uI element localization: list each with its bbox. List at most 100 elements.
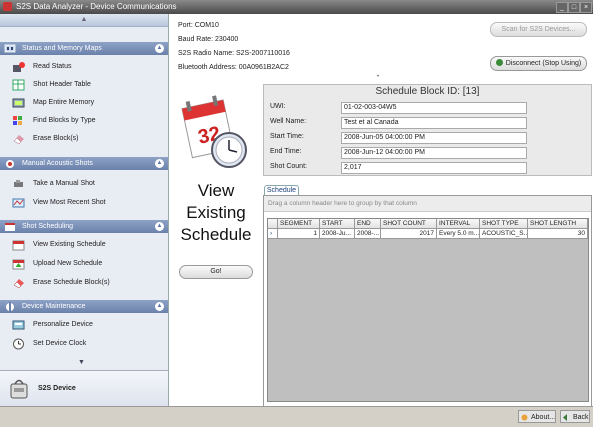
nav-erase-blocks[interactable]: Erase Block(s) xyxy=(0,130,168,148)
bluetooth-info: Bluetooth Address: 00A0961B2AC2 xyxy=(178,64,289,71)
shot-count-field[interactable]: 2,017 xyxy=(341,162,527,174)
shot-count-label: Shot Count: xyxy=(270,163,307,170)
nav-upload-schedule[interactable]: Upload New Schedule xyxy=(0,255,168,273)
uwi-field[interactable]: 01-02-003-04W5 xyxy=(341,102,527,114)
chevron-up-icon[interactable]: ▲ xyxy=(155,44,164,53)
section-manual-shots[interactable]: Manual Acoustic Shots ▲ xyxy=(0,157,168,170)
group-by-hint[interactable]: Drag a column header here to group by th… xyxy=(264,196,591,212)
section-label: Device Maintenance xyxy=(22,303,86,310)
section-status-memory[interactable]: Status and Memory Maps ▲ xyxy=(0,42,168,55)
s2s-device-icon xyxy=(10,379,28,399)
table-cell[interactable]: 2008-Ju... xyxy=(320,229,355,239)
row-indicator[interactable]: › xyxy=(268,229,278,239)
section-label: Manual Acoustic Shots xyxy=(22,160,93,167)
recent-shot-icon xyxy=(12,198,25,208)
table-cell[interactable]: 2017 xyxy=(381,229,437,239)
well-name-field[interactable]: Test et al Canada xyxy=(341,117,527,129)
nav-set-device-clock[interactable]: Set Device Clock xyxy=(0,335,168,353)
nav-label: Erase Schedule Block(s) xyxy=(33,279,110,286)
column-header[interactable]: INTERVAL xyxy=(437,219,480,229)
nav-label: Map Entire Memory xyxy=(33,99,95,106)
column-header[interactable]: SHOT LENGTH xyxy=(528,219,588,229)
personalize-icon xyxy=(12,320,25,330)
table-cell[interactable]: 30 xyxy=(528,229,588,239)
column-header[interactable]: SHOT TYPE xyxy=(480,219,528,229)
nav-map-entire-memory[interactable]: Map Entire Memory xyxy=(0,94,168,112)
maintenance-icon xyxy=(6,302,14,312)
nav-label: Shot Header Table xyxy=(33,81,91,88)
window-title: S2S Data Analyzer - Device Communication… xyxy=(16,2,177,11)
chevron-up-icon[interactable]: ▲ xyxy=(155,159,164,168)
erase-schedule-icon xyxy=(13,279,24,289)
row-header-corner xyxy=(268,219,278,229)
nav-label: Find Blocks by Type xyxy=(33,117,96,124)
nav-label: Upload New Schedule xyxy=(33,260,103,267)
uwi-label: UWI: xyxy=(270,103,286,110)
table-cell[interactable]: ACOUSTIC_S... xyxy=(480,229,528,239)
column-header[interactable]: START xyxy=(320,219,355,229)
back-arrow-icon xyxy=(563,414,567,421)
back-button[interactable]: Back xyxy=(560,410,590,423)
chevron-up-icon[interactable]: ▲ xyxy=(155,302,164,311)
sidebar: ▲ Status and Memory Maps ▲ Read Status S… xyxy=(0,14,169,407)
chevron-up-icon[interactable]: ▲ xyxy=(155,222,164,231)
main-panel: Port: COM10 Baud Rate: 230400 S2S Radio … xyxy=(169,14,593,407)
nav-personalize-device[interactable]: Personalize Device xyxy=(0,316,168,334)
start-time-label: Start Time: xyxy=(270,133,304,140)
view-title-line: View xyxy=(197,181,235,200)
start-time-field[interactable]: 2008-Jun-05 04:00:00 PM xyxy=(341,132,527,144)
nav-view-existing-schedule[interactable]: View Existing Schedule xyxy=(0,236,168,254)
splitter-grip[interactable]: • xyxy=(377,74,379,80)
scan-button[interactable]: Scan for S2S Devices... xyxy=(490,22,587,37)
memory-icon xyxy=(12,98,25,108)
close-button[interactable]: × xyxy=(580,2,592,13)
nav-find-blocks[interactable]: Find Blocks by Type xyxy=(0,112,168,130)
nav-label: Take a Manual Shot xyxy=(33,180,95,187)
nav-label: View Existing Schedule xyxy=(33,241,106,248)
nav-take-manual-shot[interactable]: Take a Manual Shot xyxy=(0,175,168,193)
eraser-icon xyxy=(13,135,24,145)
sidebar-footer[interactable]: S2S Device xyxy=(0,370,168,407)
acoustic-shot-icon xyxy=(6,160,14,168)
minimize-button[interactable]: _ xyxy=(556,2,568,13)
column-header[interactable]: END xyxy=(355,219,381,229)
disconnect-icon xyxy=(495,59,503,66)
nav-label: Set Device Clock xyxy=(33,340,87,347)
nav-erase-schedule[interactable]: Erase Schedule Block(s) xyxy=(0,274,168,292)
table-cell[interactable]: 2008-... xyxy=(355,229,381,239)
nav-read-status[interactable]: Read Status xyxy=(0,58,168,76)
maximize-button[interactable]: □ xyxy=(568,2,580,13)
read-status-icon xyxy=(13,62,25,72)
section-label: Status and Memory Maps xyxy=(22,45,102,52)
sidebar-scroll-down[interactable]: ▼ xyxy=(78,359,85,366)
nav-view-recent-shot[interactable]: View Most Recent Shot xyxy=(0,194,168,212)
about-label: About... xyxy=(531,414,556,421)
nav-shot-header-table[interactable]: Shot Header Table xyxy=(0,76,168,94)
table-cell[interactable]: Every 5.0 m... xyxy=(437,229,480,239)
hand-shot-icon xyxy=(14,180,23,187)
section-device-maintenance[interactable]: Device Maintenance ▲ xyxy=(0,300,168,313)
schedule-details-panel: Schedule Block ID: [13] UWI: 01-02-003-0… xyxy=(263,84,592,176)
find-blocks-icon xyxy=(13,116,22,125)
nav-label: Read Status xyxy=(33,63,72,70)
bottom-bar: About... Back xyxy=(0,406,593,427)
radio-name-info: S2S Radio Name: S2S-2007110016 xyxy=(178,50,290,57)
column-header[interactable]: SEGMENT xyxy=(278,219,320,229)
nav-label: Personalize Device xyxy=(33,321,93,328)
end-time-field[interactable]: 2008-Jun-12 04:00:00 PM xyxy=(341,147,527,159)
sidebar-scroll-up[interactable]: ▲ xyxy=(0,14,168,27)
calendar-icon xyxy=(12,240,25,251)
table-icon xyxy=(12,79,25,91)
upload-schedule-icon xyxy=(12,259,25,270)
table-cell[interactable]: 1 xyxy=(278,229,320,239)
title-bar: S2S Data Analyzer - Device Communication… xyxy=(0,0,593,14)
section-shot-scheduling[interactable]: Shot Scheduling ▲ xyxy=(0,220,168,233)
about-button[interactable]: About... xyxy=(518,410,556,423)
end-time-label: End Time: xyxy=(270,148,302,155)
nav-label: View Most Recent Shot xyxy=(33,199,106,206)
column-header[interactable]: SHOT COUNT xyxy=(381,219,437,229)
disconnect-label: Disconnect (Stop Using) xyxy=(505,60,582,67)
go-button[interactable]: Go! xyxy=(179,265,253,279)
view-title: View Existing Schedule xyxy=(172,180,260,246)
disconnect-button[interactable]: Disconnect (Stop Using) xyxy=(490,56,587,71)
